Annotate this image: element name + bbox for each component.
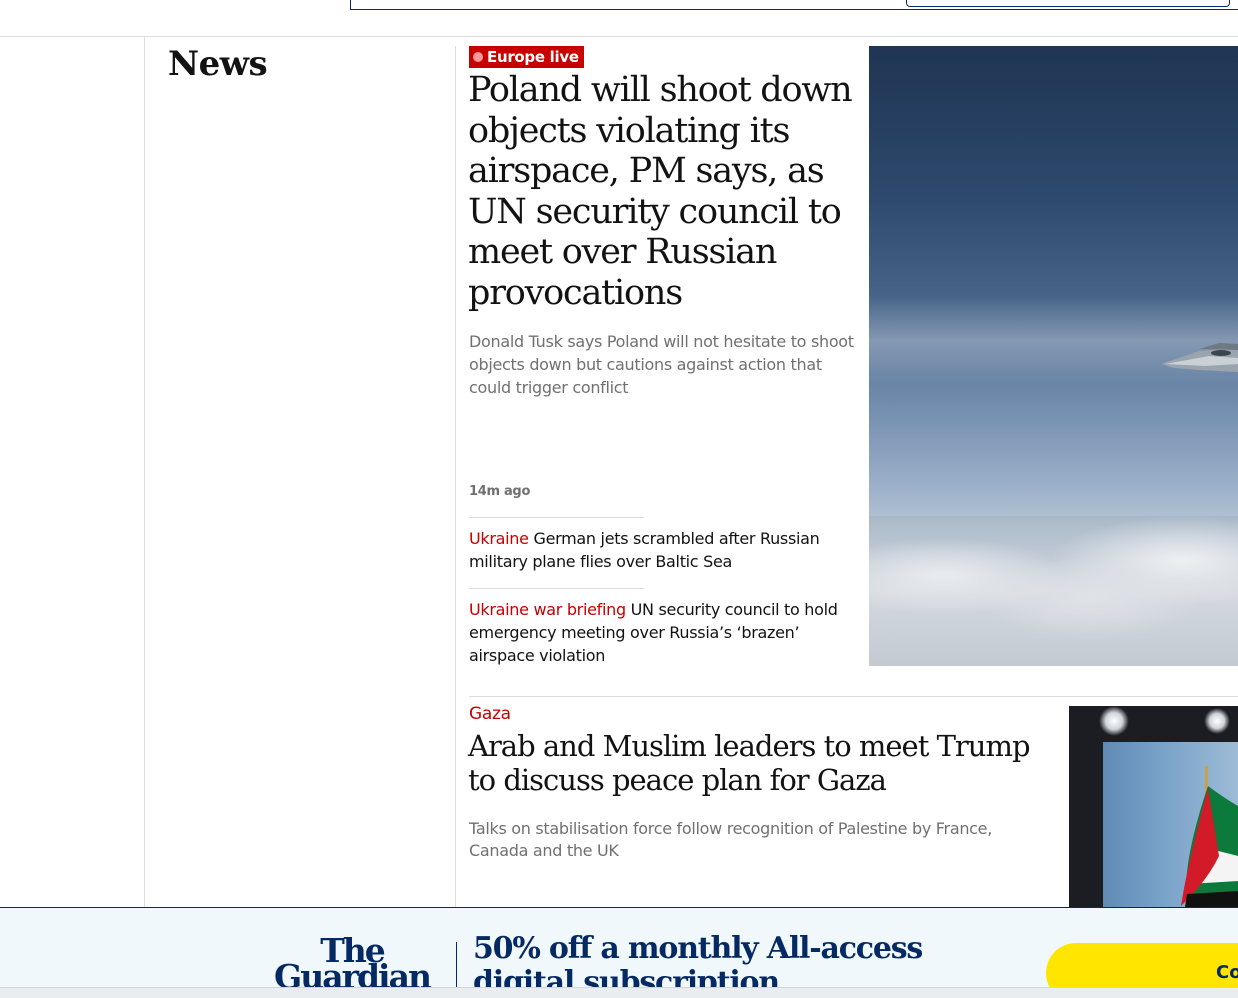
live-kicker-label: Europe live (487, 48, 579, 66)
top-bar (0, 0, 1238, 37)
lead-timestamp: 14m ago (469, 484, 531, 499)
lead-standfirst: Donald Tusk says Poland will not hesitat… (469, 332, 854, 397)
story-divider (469, 696, 1238, 697)
sublink-kicker: Ukraine (469, 529, 529, 548)
section-title: News (168, 44, 268, 84)
palestinian-flag-illustration (1181, 766, 1238, 907)
bottom-scroll-strip (0, 987, 1238, 998)
live-dot-icon (473, 52, 483, 62)
story2-headline-link[interactable]: Arab and Muslim leaders to meet Trump to… (468, 729, 1038, 797)
search-input[interactable] (906, 0, 1230, 7)
column-divider-middle (455, 46, 456, 907)
sublink-ukraine[interactable]: Ukraine German jets scrambled after Russ… (469, 527, 859, 573)
story2-standfirst: Talks on stabilisation force follow reco… (469, 819, 992, 860)
sublink-kicker: Ukraine war briefing (469, 600, 626, 619)
subscription-banner: The Guardian 50% off a monthly All-acces… (0, 907, 1238, 998)
sublink-divider (469, 517, 644, 518)
sublink-divider (469, 588, 644, 589)
sublink-ukraine-war-briefing[interactable]: Ukraine war briefing UN security council… (469, 598, 859, 667)
fighter-jet-illustration (1161, 343, 1238, 372)
guardian-logo[interactable]: The Guardian (270, 934, 434, 993)
lead-story-image[interactable] (869, 46, 1238, 666)
live-kicker-badge[interactable]: Europe live (469, 46, 584, 68)
story2-kicker[interactable]: Gaza (469, 704, 511, 724)
story2-image[interactable] (1069, 706, 1238, 907)
column-divider-left (144, 37, 145, 907)
lead-headline-link[interactable]: Poland will shoot down objects violating… (468, 70, 858, 313)
